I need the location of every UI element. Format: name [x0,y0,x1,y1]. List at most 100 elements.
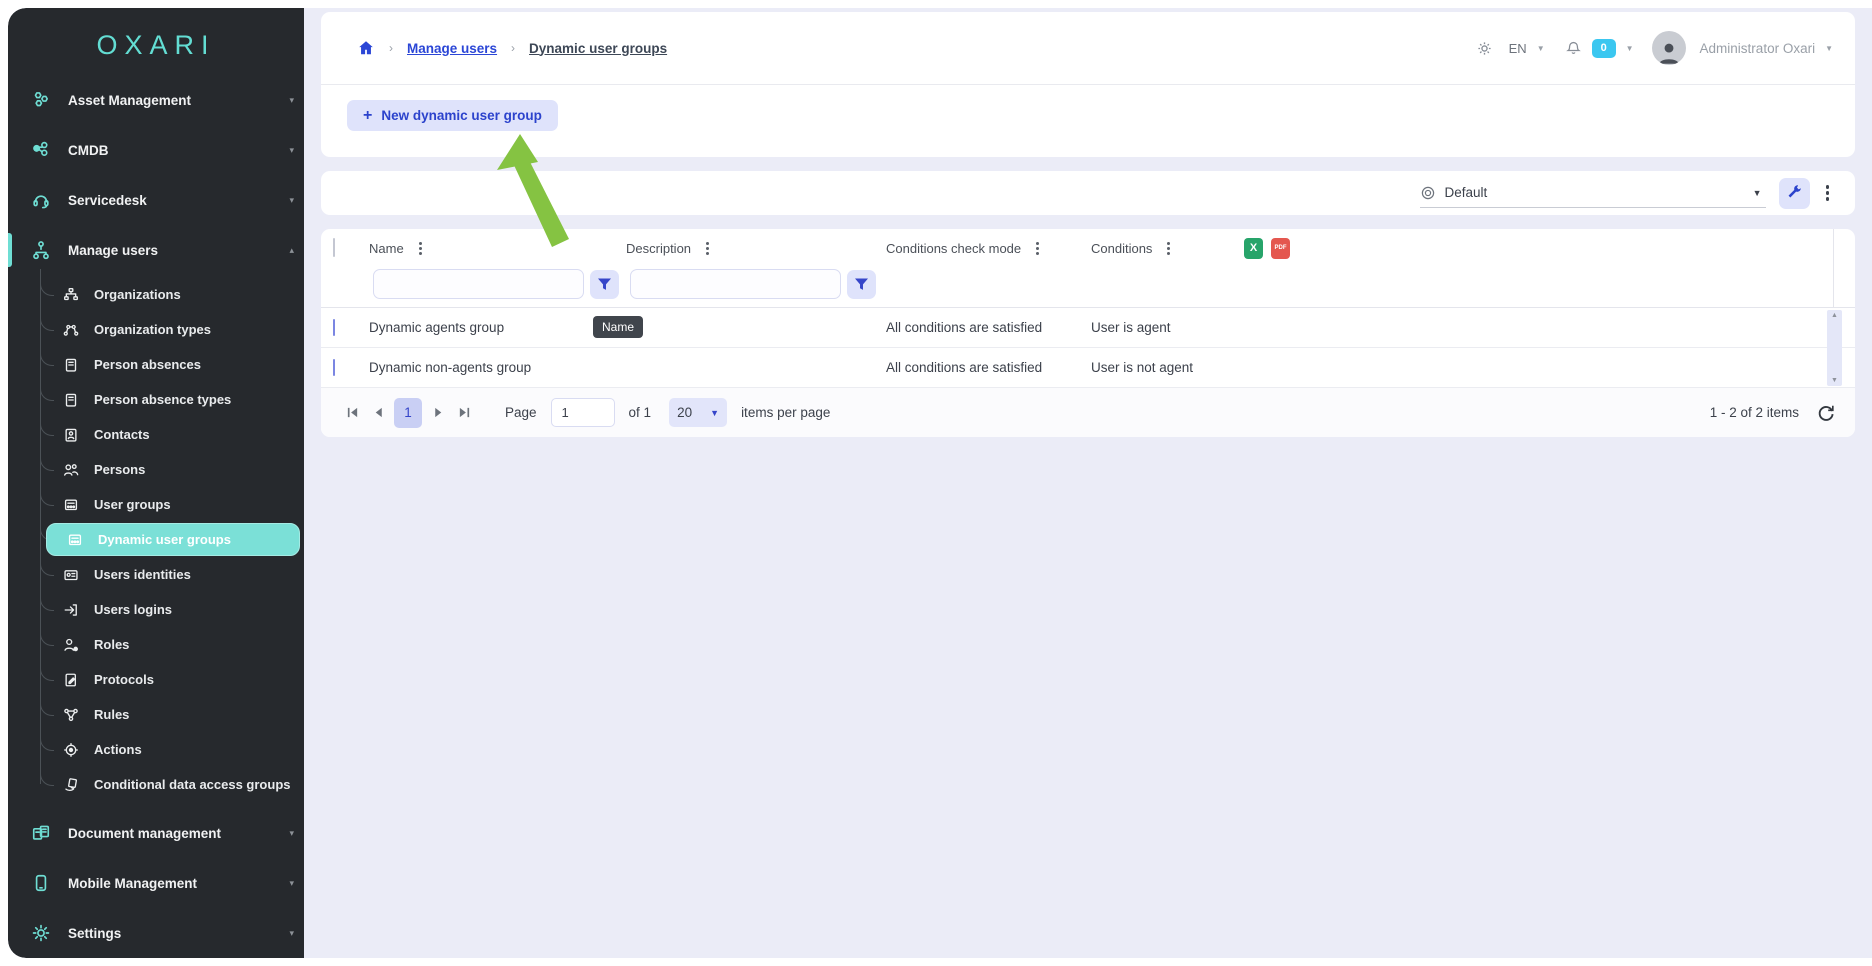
data-grid: Name Description Conditions check mode C… [321,229,1855,437]
sidebar-item-label: Protocols [94,672,154,687]
id-card-icon [62,566,80,584]
sidebar-item-asset-management[interactable]: Asset Management▾ [8,75,304,125]
sidebar-item-settings[interactable]: Settings▾ [8,908,304,958]
breadcrumb-separator: › [389,41,393,55]
user-menu-caret-icon[interactable]: ▼ [1825,44,1833,53]
page-1-button[interactable]: 1 [394,398,422,428]
items-range-label: 1 - 2 of 2 items [1710,405,1799,420]
description-filter-button[interactable] [847,270,876,299]
view-selector[interactable]: Default ▼ [1420,178,1766,208]
sidebar-nav: Asset Management▾CMDB▾Servicedesk▾Manage… [8,75,304,958]
row-checkbox[interactable] [333,359,335,376]
sidebar-item-users-logins[interactable]: Users logins [8,592,304,627]
grid-menu-button[interactable] [1818,179,1838,207]
sidebar-item-rules[interactable]: Rules [8,697,304,732]
app-root: OXARI Asset Management▾CMDB▾Servicedesk▾… [8,8,1872,958]
previous-page-button[interactable] [365,399,391,427]
sidebar-item-label: Persons [94,462,145,477]
sidebar-item-label: Manage users [68,243,158,258]
cell-name: Dynamic agents group [369,320,626,335]
sidebar-item-label: Rules [94,707,129,722]
grid-settings-button[interactable] [1779,178,1810,209]
sidebar-item-conditional-data-access-groups[interactable]: Conditional data access groups [8,767,304,802]
page-number-input[interactable] [551,398,615,427]
user-avatar[interactable] [1652,31,1686,65]
page-label: Page [505,405,537,420]
column-menu-icon[interactable] [703,239,712,258]
select-all-checkbox[interactable] [333,238,335,257]
view-icon [1420,185,1436,201]
language-caret-icon[interactable]: ▼ [1537,44,1545,53]
cell-conditions-check-mode: All conditions are satisfied [886,360,1091,375]
row-checkbox[interactable] [333,319,335,336]
hand-doc-icon [62,776,80,794]
actions-row: + New dynamic user group [321,85,1855,131]
sidebar-item-cmdb[interactable]: CMDB▾ [8,125,304,175]
scroll-up-icon[interactable]: ▲ [1831,312,1838,319]
sidebar-item-roles[interactable]: Roles [8,627,304,662]
sidebar-item-organization-types[interactable]: Organization types [8,312,304,347]
sidebar-item-label: Roles [94,637,129,652]
sidebar-item-label: Person absence types [94,392,231,407]
sidebar-item-dynamic-user-groups[interactable]: Dynamic user groups [8,522,304,557]
table-row[interactable]: Dynamic agents group All conditions are s… [321,308,1855,348]
sidebar-item-organizations[interactable]: Organizations [8,277,304,312]
people-icon [62,461,80,479]
last-page-button[interactable] [451,399,477,427]
column-header-conditions-check-mode: Conditions check mode [886,239,1091,258]
column-divider [1833,229,1834,307]
settings-gear-icon[interactable] [1476,40,1493,57]
sidebar-item-contacts[interactable]: Contacts [8,417,304,452]
sidebar-item-person-absence-types[interactable]: Person absence types [8,382,304,417]
scroll-down-icon[interactable]: ▼ [1831,377,1838,384]
sidebar-item-label: Contacts [94,427,150,442]
page-size-select[interactable]: 20 ▼ [669,398,727,427]
sidebar-item-user-groups[interactable]: User groups [8,487,304,522]
description-filter-input[interactable] [630,269,841,299]
export-excel-icon[interactable]: X [1244,238,1263,259]
column-menu-icon[interactable] [1164,239,1173,258]
sidebar-item-protocols[interactable]: Protocols [8,662,304,697]
refresh-icon[interactable] [1815,402,1837,424]
sidebar-item-users-identities[interactable]: Users identities [8,557,304,592]
breadcrumb-link-manage-users[interactable]: Manage users [407,41,497,56]
sidebar-item-persons[interactable]: Persons [8,452,304,487]
grid-toolbar: Default ▼ [321,171,1855,215]
sidebar-item-manage-users[interactable]: Manage users▴ [8,225,304,275]
mobile-icon [30,872,52,894]
breadcrumb-row: › Manage users › Dynamic user groups EN … [321,12,1855,84]
sidebar-item-servicedesk[interactable]: Servicedesk▾ [8,175,304,225]
breadcrumb-current-page[interactable]: Dynamic user groups [529,41,667,56]
app-logo: OXARI [8,8,304,75]
chevron-down-icon: ▾ [289,828,294,839]
person-key-icon [62,636,80,654]
cell-conditions-check-mode: All conditions are satisfied [886,320,1091,335]
sidebar-item-label: Mobile Management [68,876,197,891]
sidebar-item-document-management[interactable]: Document management ▾ [8,808,304,858]
target-icon [62,741,80,759]
name-filter-button[interactable] [590,270,619,299]
sidebar-item-actions[interactable]: Actions [8,732,304,767]
notification-bell-icon[interactable] [1565,40,1582,57]
export-pdf-icon[interactable]: PDF [1271,238,1290,259]
user-group-icon [62,496,80,514]
sidebar-submenu-manage-users: Organizations Organization types Person ab… [8,275,304,808]
sidebar-item-label: Document management [68,826,221,841]
contact-card-icon [62,426,80,444]
sidebar-item-mobile-management[interactable]: Mobile Management▾ [8,858,304,908]
new-dynamic-user-group-button[interactable]: + New dynamic user group [347,100,558,131]
notification-caret-icon[interactable]: ▼ [1626,44,1634,53]
next-page-button[interactable] [425,399,451,427]
language-selector[interactable]: EN [1509,41,1527,56]
doc-edit-icon [62,671,80,689]
notification-count-badge[interactable]: 0 [1592,39,1616,58]
sidebar-item-person-absences[interactable]: Person absences [8,347,304,382]
column-menu-icon[interactable] [1033,239,1042,258]
home-icon[interactable] [357,39,375,57]
vertical-scrollbar[interactable]: ▲ ▼ [1827,310,1842,386]
table-row[interactable]: Dynamic non-agents groupAll conditions a… [321,348,1855,388]
first-page-button[interactable] [339,399,365,427]
sidebar-item-label: Organization types [94,322,211,337]
name-filter-input[interactable] [373,269,584,299]
column-menu-icon[interactable] [416,239,425,258]
